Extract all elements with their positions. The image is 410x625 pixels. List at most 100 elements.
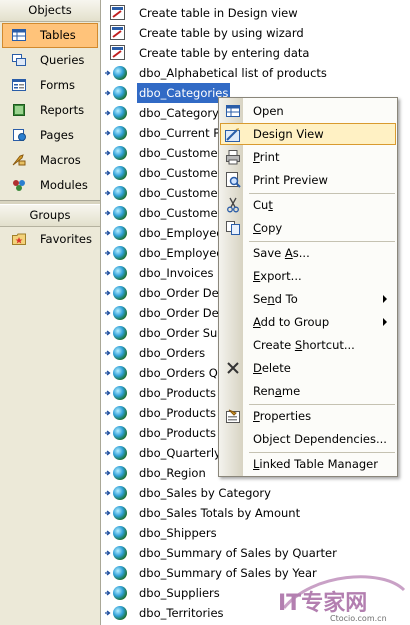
menu-item-save-as-label: Save As... xyxy=(253,246,310,260)
menu-item-delete-label: Delete xyxy=(253,361,291,375)
menu-item-rename[interactable]: Rename xyxy=(221,380,395,402)
nav-macros[interactable]: Macros xyxy=(0,148,100,173)
table-name: dbo_Order Sub xyxy=(139,326,225,340)
globe-icon xyxy=(113,326,127,340)
linked-arrow-icon xyxy=(105,130,111,136)
globe-icon xyxy=(113,186,127,200)
table-name: dbo_Products A xyxy=(139,406,228,420)
globe-icon xyxy=(113,166,127,180)
globe-icon xyxy=(113,206,127,220)
nav-forms[interactable]: Forms xyxy=(0,73,100,98)
menu-item-cut[interactable]: Cut xyxy=(221,194,395,216)
design-view-shortcut-icon xyxy=(110,5,125,20)
linked-arrow-icon xyxy=(105,270,111,276)
table-name: dbo_Order Det xyxy=(139,286,224,300)
menu-item-print[interactable]: Print xyxy=(221,146,395,168)
menu-item-create-shortcut[interactable]: Create Shortcut... xyxy=(221,334,395,356)
nav-tables-label: Tables xyxy=(40,28,76,42)
menu-item-cut-label: Cut xyxy=(253,198,273,212)
nav-queries[interactable]: Queries xyxy=(0,48,100,73)
list-item-label: Create table in Design view xyxy=(139,6,298,20)
menu-item-open-label: Open xyxy=(253,104,284,118)
linked-arrow-icon xyxy=(105,370,111,376)
menu-item-print-preview[interactable]: Print Preview xyxy=(221,169,395,191)
linked-arrow-icon xyxy=(105,150,111,156)
scissors-icon xyxy=(227,197,239,213)
print-preview-icon xyxy=(226,172,241,188)
copy-icon xyxy=(226,221,240,235)
linked-arrow-icon xyxy=(105,190,111,196)
nav-favorites[interactable]: Favorites xyxy=(0,227,100,252)
globe-icon xyxy=(113,506,127,520)
menu-item-add-to-group-label: Add to Group xyxy=(253,315,330,329)
globe-icon xyxy=(113,346,127,360)
menu-item-print-preview-label: Print Preview xyxy=(253,173,328,187)
table-name: dbo_Current Pr xyxy=(139,126,225,140)
table-name: dbo_Customer xyxy=(139,166,223,180)
globe-icon xyxy=(113,466,127,480)
table-name: dbo_Invoices xyxy=(139,266,214,280)
globe-icon xyxy=(113,66,127,80)
nav-tables[interactable]: Tables xyxy=(2,23,98,48)
globe-icon xyxy=(113,586,127,600)
menu-item-add-to-group[interactable]: Add to Group xyxy=(221,311,395,333)
menu-item-linked-table-manager[interactable]: Linked Table Manager xyxy=(221,453,395,475)
delete-x-icon xyxy=(227,362,239,374)
list-item-label: Create table by using wizard xyxy=(139,26,304,40)
linked-arrow-icon xyxy=(105,470,111,476)
globe-icon xyxy=(113,306,127,320)
globe-icon xyxy=(113,486,127,500)
reports-icon xyxy=(13,104,25,116)
table-name: dbo_Customer xyxy=(139,146,223,160)
groups-header[interactable]: Groups xyxy=(0,205,100,227)
menu-item-open[interactable]: Open xyxy=(221,100,395,122)
table-name: dbo_Customer xyxy=(139,186,223,200)
table-name: dbo_Territories xyxy=(139,606,224,620)
linked-arrow-icon xyxy=(105,390,111,396)
linked-arrow-icon xyxy=(105,110,111,116)
nav-reports[interactable]: Reports xyxy=(0,98,100,123)
globe-icon xyxy=(113,406,127,420)
linked-arrow-icon xyxy=(105,550,111,556)
table-name: dbo_Orders xyxy=(139,346,206,360)
menu-item-object-dependencies[interactable]: Object Dependencies... xyxy=(221,428,395,450)
linked-arrow-icon xyxy=(105,170,111,176)
menu-item-save-as[interactable]: Save As... xyxy=(221,242,395,264)
queries-icon xyxy=(12,54,26,66)
globe-icon xyxy=(113,106,127,120)
menu-item-export[interactable]: Export... xyxy=(221,265,395,287)
table-name: dbo_Category xyxy=(139,106,219,120)
menu-item-delete[interactable]: Delete xyxy=(221,357,395,379)
linked-arrow-icon xyxy=(105,90,111,96)
design-view-icon xyxy=(225,128,240,142)
linked-arrow-icon xyxy=(105,590,111,596)
linked-arrow-icon xyxy=(105,490,111,496)
menu-item-design-view[interactable]: Design View xyxy=(220,123,396,145)
linked-arrow-icon xyxy=(105,210,111,216)
objects-header[interactable]: Objects xyxy=(0,0,100,22)
nav-modules[interactable]: Modules xyxy=(0,173,100,198)
modules-icon xyxy=(13,180,25,191)
linked-arrow-icon xyxy=(105,350,111,356)
globe-icon xyxy=(113,566,127,580)
menu-item-copy[interactable]: Copy xyxy=(221,217,395,239)
globe-icon xyxy=(113,446,127,460)
table-name: dbo_Suppliers xyxy=(139,586,220,600)
nav-macros-label: Macros xyxy=(40,153,81,167)
menu-item-properties[interactable]: Properties xyxy=(221,405,395,427)
linked-arrow-icon xyxy=(105,410,111,416)
table-name: dbo_Customer xyxy=(139,206,223,220)
properties-icon xyxy=(226,409,240,423)
linked-arrow-icon xyxy=(105,450,111,456)
objects-bar: Objects Tables Queries Forms Reports Pag… xyxy=(0,0,101,625)
menu-item-send-to[interactable]: Send To xyxy=(221,288,395,310)
favorites-folder-icon xyxy=(12,233,26,245)
globe-icon xyxy=(113,386,127,400)
submenu-arrow-icon xyxy=(383,318,387,326)
linked-arrow-icon xyxy=(105,230,111,236)
macros-icon xyxy=(12,154,26,166)
menu-item-copy-label: Copy xyxy=(253,221,283,235)
open-icon xyxy=(226,105,240,117)
nav-pages[interactable]: Pages xyxy=(0,123,100,148)
linked-arrow-icon xyxy=(105,430,111,436)
